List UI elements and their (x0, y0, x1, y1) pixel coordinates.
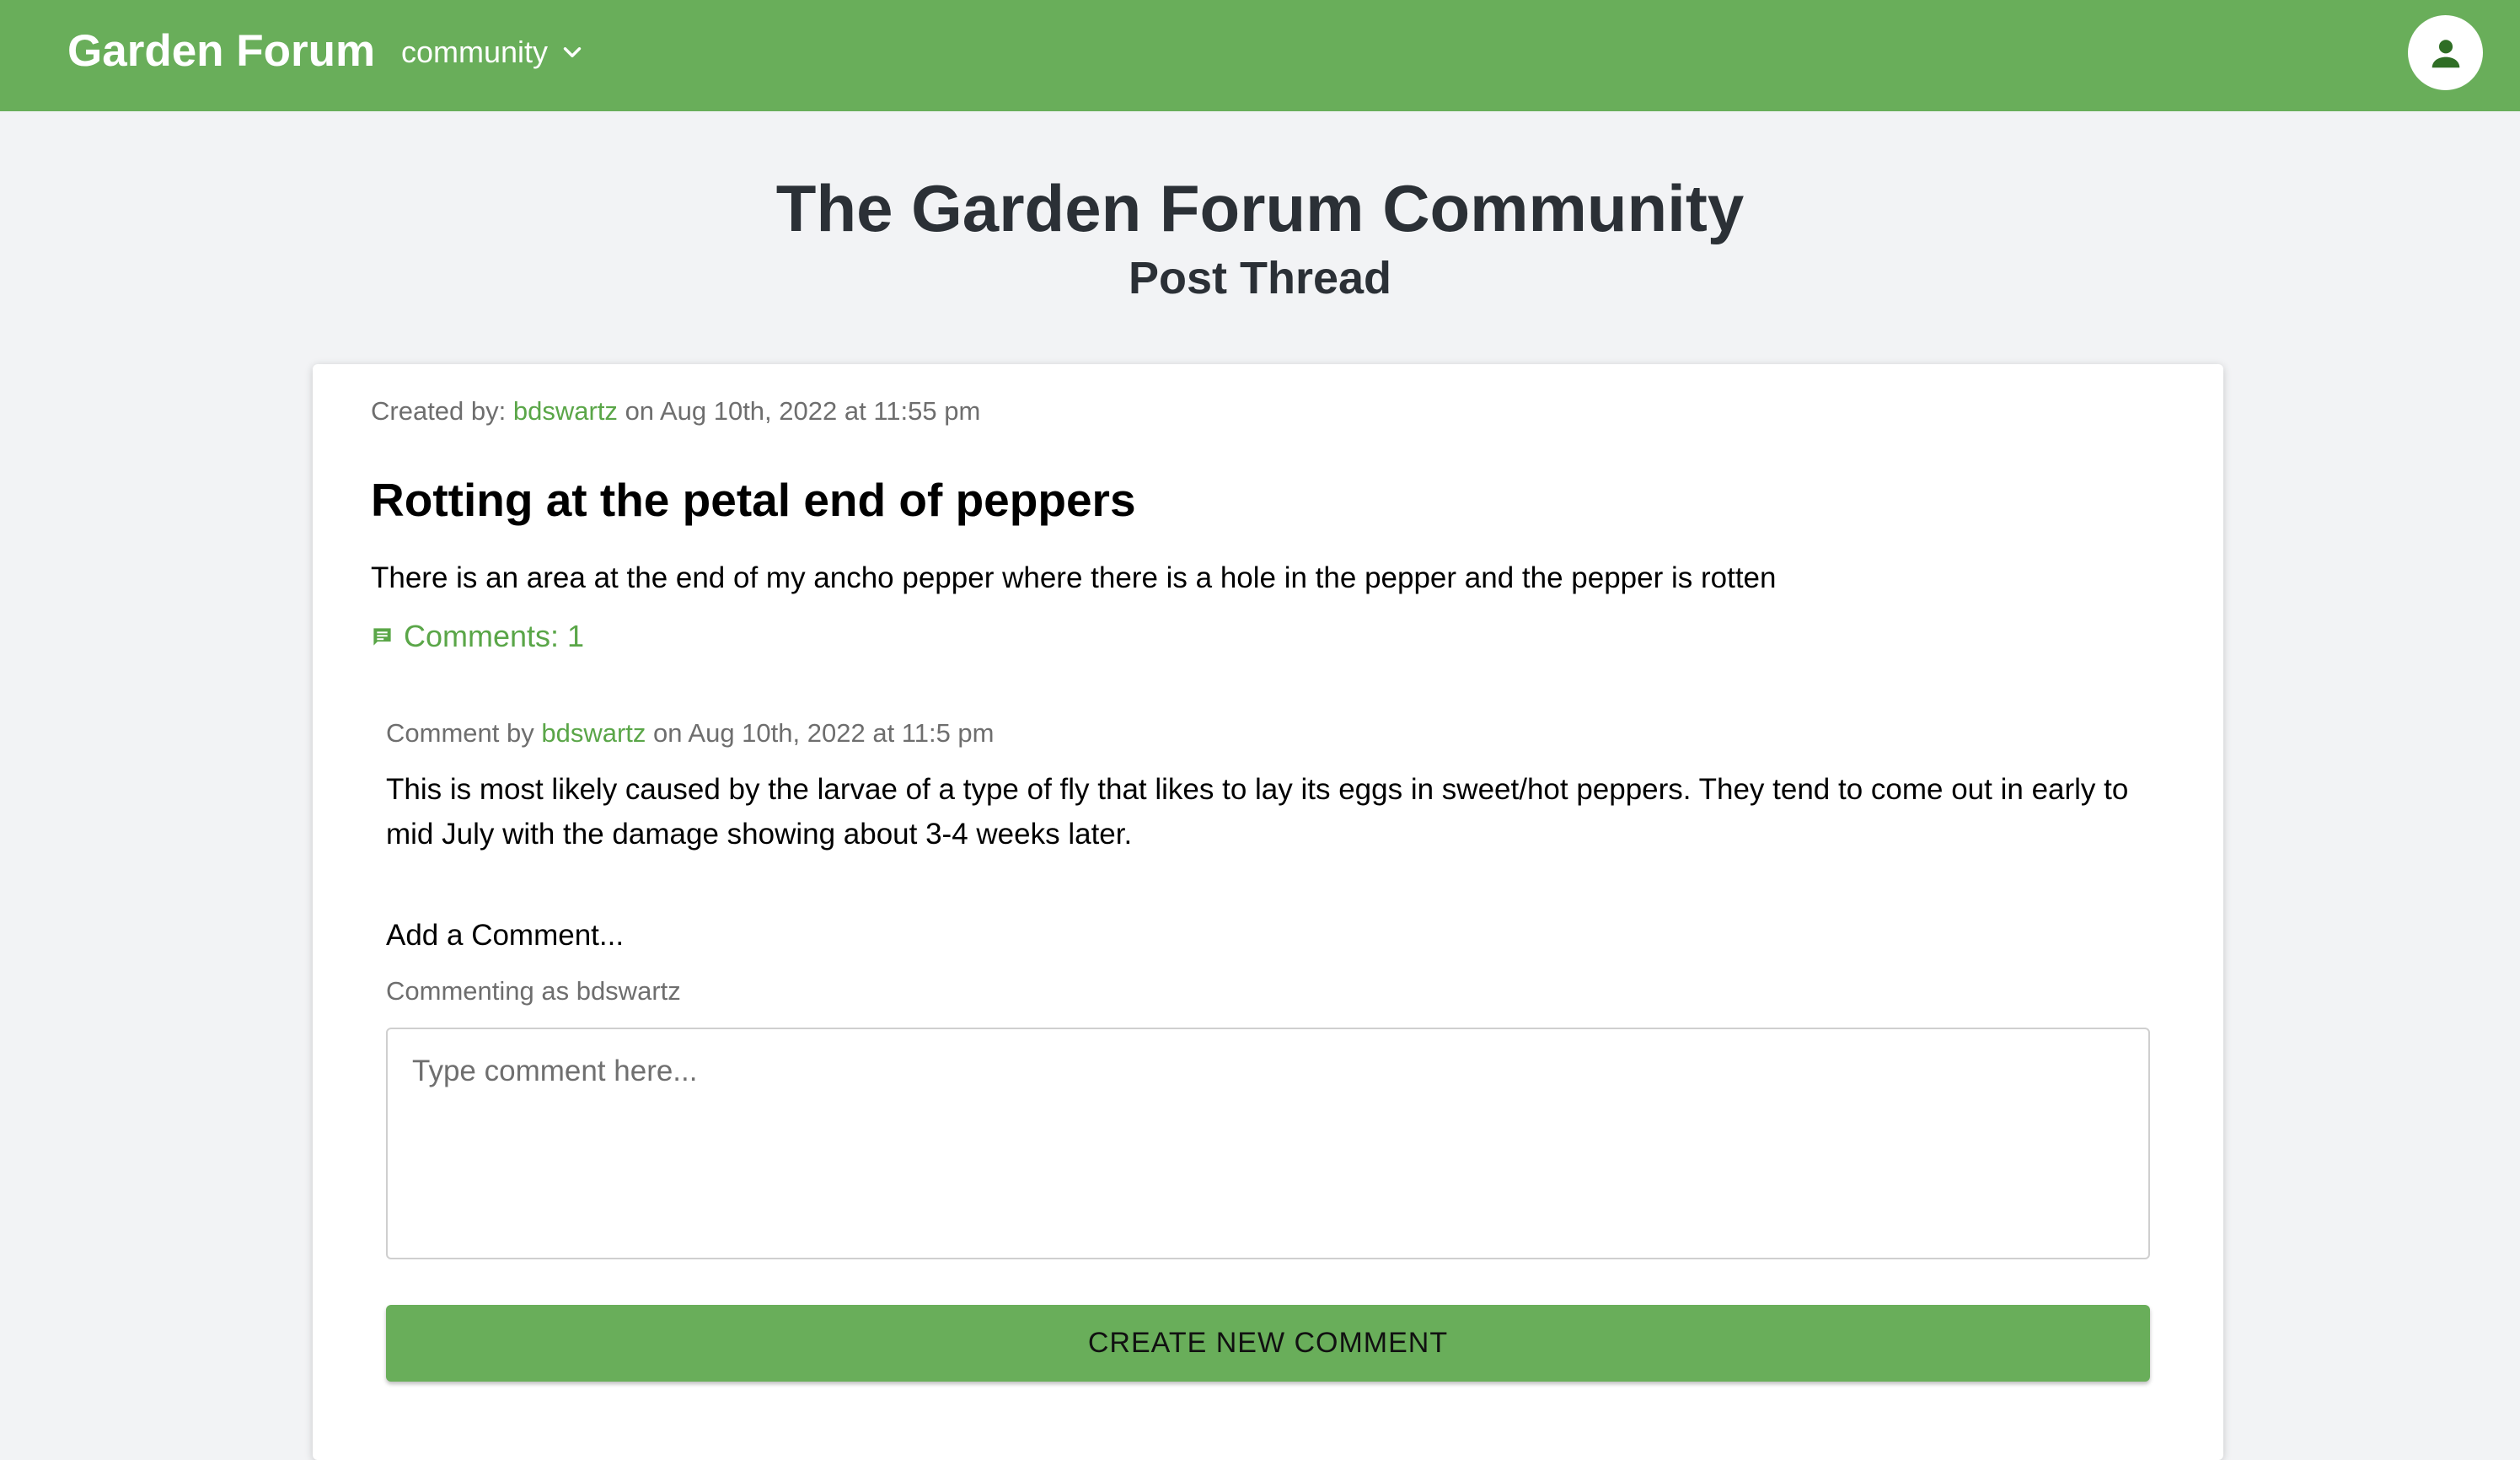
brand-title[interactable]: Garden Forum (67, 25, 375, 77)
add-comment-heading: Add a Comment... (386, 919, 625, 952)
comment-author-link[interactable]: bdswartz (541, 718, 646, 748)
post-meta: Created by: bdswartz on Aug 10th, 2022 a… (371, 395, 980, 428)
create-comment-button[interactable]: CREATE NEW COMMENT (386, 1305, 2150, 1382)
commenting-as-label: Commenting as bdswartz (386, 976, 681, 1006)
chevron-down-icon (563, 47, 582, 57)
comment-date: on Aug 10th, 2022 at 11:5 pm (653, 718, 995, 748)
post-body: There is an area at the end of my ancho … (371, 561, 1777, 594)
app-bar: Garden Forum community (0, 0, 2520, 111)
page-subtitle: Post Thread (1128, 253, 1392, 303)
comment-by-label: Comment by (386, 718, 534, 748)
account-button[interactable] (2408, 15, 2483, 90)
post-title: Rotting at the petal end of peppers (371, 474, 1136, 526)
comment-meta: Comment by bdswartz on Aug 10th, 2022 at… (386, 717, 995, 750)
comments-count-link[interactable]: Comments: 1 (371, 617, 584, 656)
comment-textarea[interactable] (386, 1028, 2150, 1259)
page-title: The Garden Forum Community (775, 171, 1745, 245)
post-card: Created by: bdswartz on Aug 10th, 2022 a… (313, 364, 2223, 1460)
community-menu-button[interactable]: community (401, 32, 587, 72)
post-date: on Aug 10th, 2022 at 11:55 pm (625, 396, 981, 426)
post-author-link[interactable]: bdswartz (513, 396, 618, 426)
created-by-label: Created by: (371, 396, 507, 426)
comments-count-label: Comments: 1 (404, 619, 585, 653)
comment-icon (373, 627, 391, 646)
community-menu-label: community (401, 35, 549, 69)
person-icon (2432, 39, 2459, 67)
comment-body: This is most likely caused by the larvae… (386, 773, 2129, 851)
